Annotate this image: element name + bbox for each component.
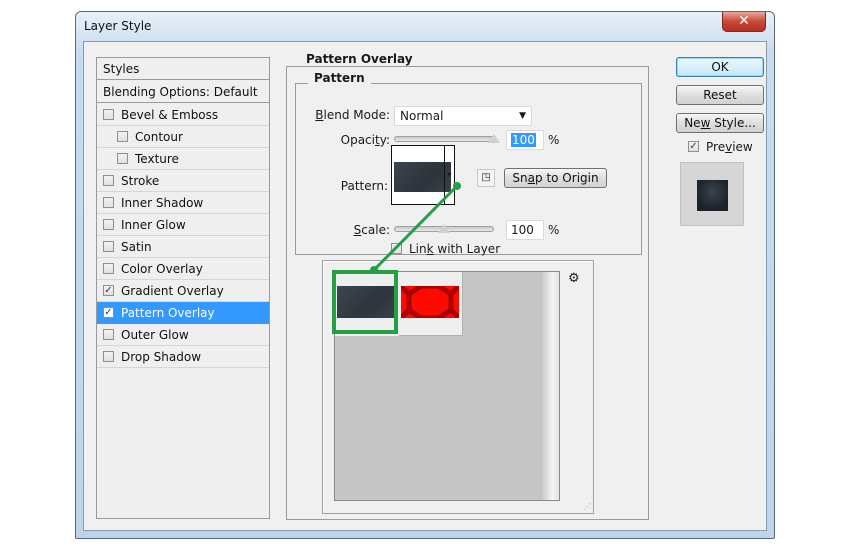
checkbox-icon[interactable] (103, 329, 114, 340)
selected-pattern-highlight (332, 270, 398, 334)
blend-mode-value: Normal (400, 109, 444, 123)
scale-unit: % (548, 223, 560, 237)
styles-panel: Styles Blending Options: Default Bevel &… (96, 57, 270, 519)
checkbox-icon[interactable] (103, 351, 114, 362)
checkbox-icon (688, 141, 699, 152)
effect-label: Inner Glow (121, 218, 186, 232)
effect-item-outer-glow[interactable]: Outer Glow (97, 324, 269, 346)
section-title: Pattern Overlay (300, 52, 419, 66)
effect-item-gradient-overlay[interactable]: Gradient Overlay (97, 280, 269, 302)
effect-item-contour[interactable]: Contour (97, 126, 269, 148)
pattern-label: Pattern: (340, 179, 388, 193)
effect-label: Pattern Overlay (121, 306, 215, 320)
group-title: Pattern (308, 71, 371, 85)
pattern-preview (394, 162, 451, 192)
checkbox-icon[interactable] (103, 307, 114, 318)
checkbox-icon (391, 243, 402, 254)
checkbox-icon[interactable] (103, 263, 114, 274)
checkbox-icon[interactable] (103, 219, 114, 230)
effect-item-inner-shadow[interactable]: Inner Shadow (97, 192, 269, 214)
pattern-swatch[interactable]: ▾ (391, 145, 455, 205)
effect-label: Color Overlay (121, 262, 203, 276)
effect-item-color-overlay[interactable]: Color Overlay (97, 258, 269, 280)
chevron-down-icon: ▼ (519, 111, 526, 121)
opacity-slider-thumb[interactable] (488, 134, 500, 143)
resize-grip-icon[interactable]: ⋰ (583, 502, 591, 511)
scale-label: Scale: (353, 223, 390, 237)
effect-item-drop-shadow[interactable]: Drop Shadow (97, 346, 269, 368)
effect-item-stroke[interactable]: Stroke (97, 170, 269, 192)
blend-mode-select[interactable]: Normal ▼ (394, 106, 532, 126)
effect-label: Texture (135, 152, 179, 166)
effect-label: Gradient Overlay (121, 284, 224, 298)
dialog-body: Styles Blending Options: Default Bevel &… (83, 41, 767, 531)
checkbox-icon[interactable] (117, 153, 128, 164)
pattern-tile-red-hexagon[interactable] (399, 272, 463, 336)
checkbox-icon[interactable] (117, 131, 128, 142)
effect-item-texture[interactable]: Texture (97, 148, 269, 170)
link-with-layer-checkbox[interactable]: Link with Layer (391, 242, 500, 256)
effect-item-bevel-emboss[interactable]: Bevel & Emboss (97, 104, 269, 126)
ok-button[interactable]: OK (676, 57, 764, 77)
checkbox-icon[interactable] (103, 241, 114, 252)
blending-options-item[interactable]: Blending Options: Default (97, 81, 269, 103)
opacity-input[interactable]: 100 (506, 130, 544, 150)
preview-checkbox[interactable]: Preview (688, 140, 753, 154)
red-hexagon-swatch (401, 286, 459, 318)
title-bar[interactable]: Layer Style ✕ (76, 12, 774, 40)
opacity-unit: % (548, 133, 560, 147)
effect-item-pattern-overlay[interactable]: Pattern Overlay (97, 302, 269, 324)
effect-item-satin[interactable]: Satin (97, 236, 269, 258)
scale-input[interactable]: 100 (506, 220, 544, 240)
blend-mode-label: Blend Mode: (315, 108, 390, 122)
checkbox-icon[interactable] (103, 285, 114, 296)
scale-slider-thumb[interactable] (438, 224, 450, 233)
effect-label: Contour (135, 130, 183, 144)
snap-to-origin-button[interactable]: Snap to Origin (504, 168, 607, 188)
effect-label: Outer Glow (121, 328, 189, 342)
reset-button[interactable]: Reset (676, 85, 764, 105)
opacity-slider[interactable] (394, 136, 494, 142)
pattern-dropdown-arrow-icon[interactable]: ▾ (444, 146, 454, 204)
layer-style-dialog: Layer Style ✕ Styles Blending Options: D… (75, 11, 775, 539)
opacity-label: Opacity: (340, 133, 390, 147)
effect-label: Satin (121, 240, 152, 254)
effect-label: Bevel & Emboss (121, 108, 219, 122)
checkbox-icon[interactable] (103, 109, 114, 120)
effect-label: Inner Shadow (121, 196, 204, 210)
effect-label: Stroke (121, 174, 160, 188)
checkbox-icon[interactable] (103, 175, 114, 186)
style-preview (680, 162, 744, 226)
preview-thumbnail (697, 180, 728, 211)
styles-header[interactable]: Styles (97, 58, 269, 80)
close-button[interactable]: ✕ (722, 12, 766, 32)
gear-icon[interactable]: ⚙ (568, 271, 580, 286)
window-title: Layer Style (84, 19, 152, 33)
effect-label: Drop Shadow (121, 350, 202, 364)
picker-scrollbar[interactable] (543, 272, 559, 500)
hexagon-pattern-graphic (401, 286, 459, 318)
checkbox-icon[interactable] (103, 197, 114, 208)
effect-item-inner-glow[interactable]: Inner Glow (97, 214, 269, 236)
new-style-button[interactable]: New Style... (676, 113, 764, 133)
new-preset-icon[interactable]: ◳ (477, 169, 495, 187)
